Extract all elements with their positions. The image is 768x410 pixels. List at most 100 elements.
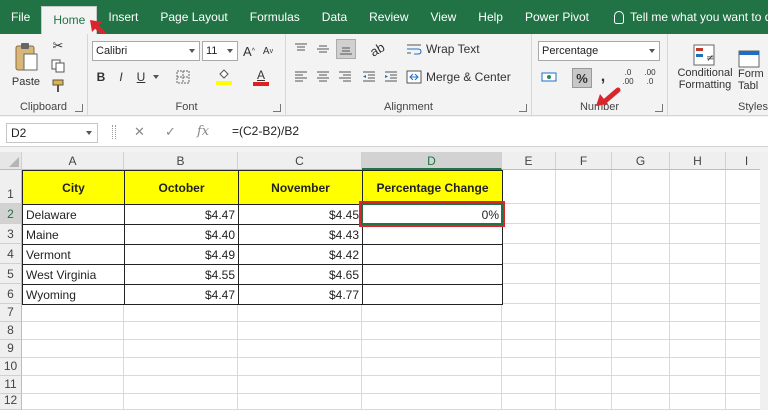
empty-cell[interactable]: [670, 244, 726, 264]
cell-city[interactable]: Vermont: [22, 244, 125, 265]
empty-cell[interactable]: [502, 224, 556, 244]
row-header-6[interactable]: 6: [0, 284, 22, 304]
empty-cell[interactable]: [670, 358, 726, 376]
header-november[interactable]: November: [238, 170, 363, 205]
row-header-10[interactable]: 10: [0, 358, 22, 376]
empty-cell[interactable]: [238, 304, 362, 322]
format-painter-icon[interactable]: [50, 78, 66, 94]
empty-cell[interactable]: [502, 204, 556, 224]
empty-cell[interactable]: [556, 284, 612, 304]
header-october[interactable]: October: [124, 170, 239, 205]
empty-cell[interactable]: [612, 358, 670, 376]
empty-cell[interactable]: [502, 340, 556, 358]
cell-november[interactable]: $4.45: [238, 204, 363, 225]
empty-cell[interactable]: [670, 322, 726, 340]
empty-cell[interactable]: [502, 322, 556, 340]
cell-october[interactable]: $4.49: [124, 244, 239, 265]
empty-cell[interactable]: [238, 340, 362, 358]
clipboard-launcher-icon[interactable]: [75, 104, 83, 112]
cell-city[interactable]: West Virginia: [22, 264, 125, 285]
select-all-corner[interactable]: [0, 152, 22, 170]
increase-indent-icon[interactable]: [384, 70, 398, 84]
accounting-format-button[interactable]: [538, 68, 562, 86]
row-header-1[interactable]: 1: [0, 170, 22, 204]
empty-cell[interactable]: [556, 340, 612, 358]
empty-cell[interactable]: [612, 170, 670, 204]
empty-cell[interactable]: [238, 358, 362, 376]
empty-cell[interactable]: [22, 394, 124, 410]
insert-function-icon[interactable]: fx: [197, 124, 209, 139]
copy-icon[interactable]: [50, 58, 66, 74]
align-middle-icon[interactable]: [316, 42, 330, 56]
number-launcher-icon[interactable]: [655, 104, 663, 112]
empty-cell[interactable]: [22, 358, 124, 376]
tab-file[interactable]: File: [0, 0, 41, 34]
column-header-h[interactable]: H: [670, 152, 726, 170]
empty-cell[interactable]: [556, 358, 612, 376]
percent-style-button[interactable]: %: [572, 68, 592, 88]
paste-button[interactable]: Paste: [8, 38, 44, 92]
empty-cell[interactable]: [362, 340, 502, 358]
formula-input[interactable]: =(C2-B2)/B2: [232, 124, 299, 138]
empty-cell[interactable]: [124, 304, 238, 322]
row-header-2[interactable]: 2: [0, 204, 22, 224]
empty-cell[interactable]: [670, 204, 726, 224]
empty-cell[interactable]: [612, 376, 670, 394]
empty-cell[interactable]: [556, 376, 612, 394]
alignment-launcher-icon[interactable]: [519, 104, 527, 112]
row-header-8[interactable]: 8: [0, 322, 22, 340]
tell-me-search[interactable]: Tell me what you want to do: [600, 0, 768, 34]
empty-cell[interactable]: [22, 340, 124, 358]
empty-cell[interactable]: [124, 394, 238, 410]
cell-city[interactable]: Wyoming: [22, 284, 125, 305]
format-as-table-button[interactable]: Form Tabl: [738, 38, 768, 96]
empty-cell[interactable]: [502, 264, 556, 284]
merge-center-button[interactable]: Merge & Center: [406, 67, 526, 87]
empty-cell[interactable]: [556, 224, 612, 244]
tab-power-pivot[interactable]: Power Pivot: [514, 0, 600, 34]
row-header-7[interactable]: 7: [0, 304, 22, 322]
column-header-b[interactable]: B: [124, 152, 238, 170]
empty-cell[interactable]: [670, 340, 726, 358]
empty-cell[interactable]: [362, 394, 502, 410]
conditional-formatting-button[interactable]: ≠ Conditional Formatting: [672, 38, 738, 96]
font-launcher-icon[interactable]: [273, 104, 281, 112]
empty-cell[interactable]: [556, 394, 612, 410]
font-color-button[interactable]: A: [252, 66, 270, 88]
empty-cell[interactable]: [22, 376, 124, 394]
cell-percentage-change[interactable]: [362, 284, 503, 305]
cell-percentage-change[interactable]: [362, 224, 503, 245]
cell-percentage-change[interactable]: [362, 264, 503, 285]
empty-cell[interactable]: [612, 322, 670, 340]
empty-cell[interactable]: [502, 170, 556, 204]
align-top-icon[interactable]: [294, 42, 308, 56]
row-header-9[interactable]: 9: [0, 340, 22, 358]
empty-cell[interactable]: [670, 394, 726, 410]
empty-cell[interactable]: [124, 376, 238, 394]
align-bottom-button[interactable]: [336, 39, 356, 59]
tab-view[interactable]: View: [420, 0, 468, 34]
tab-data[interactable]: Data: [311, 0, 358, 34]
font-size-select[interactable]: 11: [202, 41, 238, 61]
cell-november[interactable]: $4.42: [238, 244, 363, 265]
header-city[interactable]: City: [22, 170, 125, 205]
empty-cell[interactable]: [362, 376, 502, 394]
tab-help[interactable]: Help: [467, 0, 514, 34]
empty-cell[interactable]: [556, 170, 612, 204]
empty-cell[interactable]: [612, 304, 670, 322]
empty-cell[interactable]: [612, 340, 670, 358]
empty-cell[interactable]: [238, 376, 362, 394]
empty-cell[interactable]: [556, 304, 612, 322]
cell-october[interactable]: $4.40: [124, 224, 239, 245]
empty-cell[interactable]: [124, 322, 238, 340]
cut-icon[interactable]: ✂: [50, 38, 66, 54]
header-percentage-change[interactable]: Percentage Change: [362, 170, 503, 205]
cancel-icon[interactable]: ✕: [134, 124, 145, 140]
empty-cell[interactable]: [670, 376, 726, 394]
align-right-icon[interactable]: [338, 70, 352, 84]
shrink-font-button[interactable]: Av: [260, 42, 276, 60]
empty-cell[interactable]: [502, 358, 556, 376]
empty-cell[interactable]: [362, 358, 502, 376]
orientation-icon[interactable]: ab: [363, 36, 391, 63]
column-header-a[interactable]: A: [22, 152, 124, 170]
